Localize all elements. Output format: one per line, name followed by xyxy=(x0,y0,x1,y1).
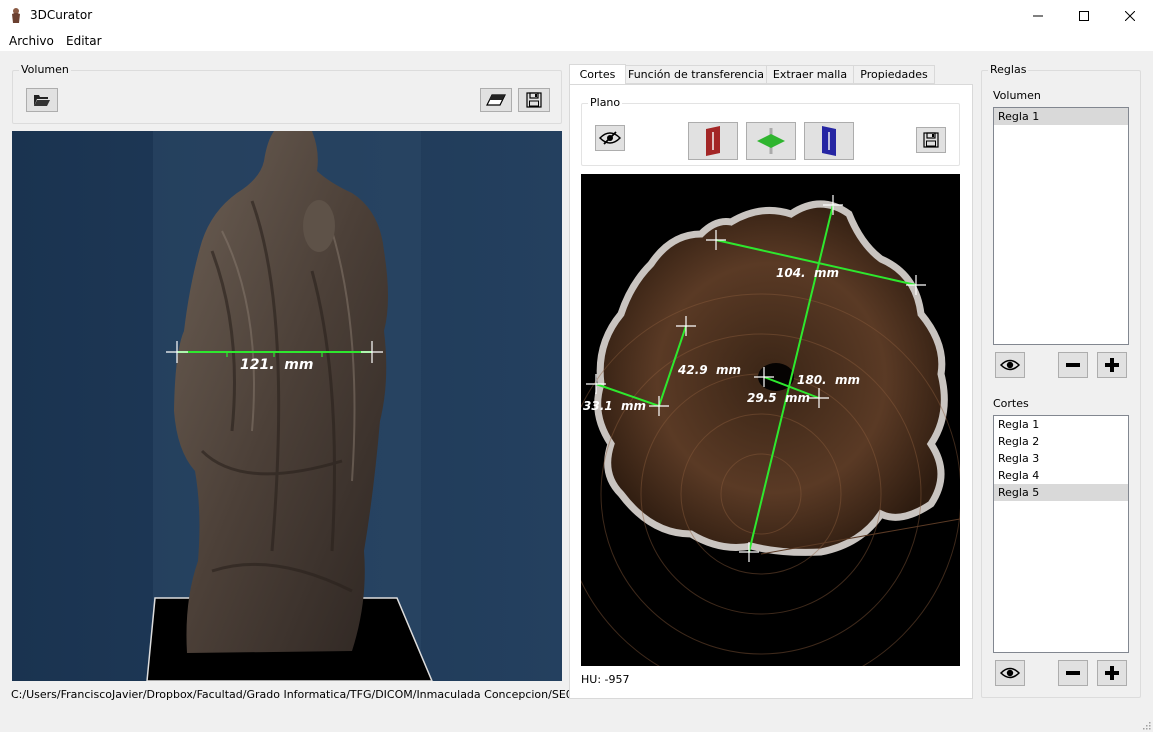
coronal-plane-icon xyxy=(822,126,836,156)
eye-icon xyxy=(1000,667,1020,679)
volume-rulers-list[interactable]: Regla 1 xyxy=(993,107,1129,345)
axial-plane-button[interactable] xyxy=(746,122,796,160)
plus-icon xyxy=(1105,666,1119,680)
minimize-button[interactable] xyxy=(1015,0,1061,31)
list-item[interactable]: Regla 5 xyxy=(994,484,1128,501)
axial-plane-icon xyxy=(757,128,785,154)
maximize-icon xyxy=(1079,10,1089,21)
remove-slice-ruler-button[interactable] xyxy=(1058,660,1088,686)
app-logo-icon xyxy=(12,8,20,23)
plane-group-title: Plano xyxy=(588,96,623,109)
coronal-plane-button[interactable] xyxy=(804,122,854,160)
volume-measurement-label: 121. mm xyxy=(240,357,314,373)
volume-rulers-label: Volumen xyxy=(993,89,1041,102)
slice-measurement-29-5: 29.5 mm xyxy=(747,391,810,405)
eye-icon xyxy=(1000,359,1020,371)
minus-icon xyxy=(1066,363,1080,367)
wood-slice-render xyxy=(581,174,960,666)
minimize-icon xyxy=(1033,15,1043,16)
window-title: 3DCurator xyxy=(30,8,93,22)
rulers-group-title: Reglas xyxy=(988,63,1029,76)
volume-group-title: Volumen xyxy=(19,63,71,76)
sagittal-plane-button[interactable] xyxy=(688,122,738,160)
menu-archivo[interactable]: Archivo xyxy=(9,34,54,48)
slice-measurement-33-1: 33.1 mm xyxy=(583,399,646,413)
save-volume-button[interactable] xyxy=(518,88,550,112)
menu-editar[interactable]: Editar xyxy=(66,34,102,48)
erase-rulers-button[interactable] xyxy=(480,88,512,112)
toggle-plane-visibility-button[interactable] xyxy=(595,125,625,151)
tab-properties[interactable]: Propiedades xyxy=(853,65,935,84)
hu-readout: HU: -957 xyxy=(581,673,630,686)
dicom-path: C:/Users/FranciscoJavier/Dropbox/Faculta… xyxy=(11,688,608,701)
slice-measurement-42-9: 42.9 mm xyxy=(678,363,741,377)
add-slice-ruler-button[interactable] xyxy=(1097,660,1127,686)
plane-group: Plano xyxy=(581,96,960,166)
tab-cortes[interactable]: Cortes xyxy=(569,64,626,85)
volume-toolbar-group: Volumen xyxy=(12,63,562,124)
list-item[interactable]: Regla 1 xyxy=(994,416,1128,433)
list-item[interactable]: Regla 2 xyxy=(994,433,1128,450)
show-slice-ruler-button[interactable] xyxy=(995,660,1025,686)
open-folder-button[interactable] xyxy=(26,88,58,112)
minus-icon xyxy=(1066,671,1080,675)
sagittal-plane-icon xyxy=(706,126,720,156)
eye-hidden-icon xyxy=(599,131,621,145)
remove-volume-ruler-button[interactable] xyxy=(1058,352,1088,378)
slice-rulers-label: Cortes xyxy=(993,397,1029,410)
title-bar: 3DCurator xyxy=(0,0,1153,31)
list-item[interactable]: Regla 3 xyxy=(994,450,1128,467)
slice-measurement-104: 104. mm xyxy=(776,266,839,280)
close-button[interactable] xyxy=(1107,0,1153,31)
save-icon xyxy=(923,132,939,148)
slice-rulers-list[interactable]: Regla 1 Regla 2 Regla 3 Regla 4 Regla 5 xyxy=(993,415,1129,653)
close-icon xyxy=(1125,10,1135,21)
volume-3d-viewport[interactable]: 121. mm xyxy=(12,131,562,681)
show-volume-ruler-button[interactable] xyxy=(995,352,1025,378)
menu-bar: Archivo Editar xyxy=(0,31,1153,51)
tab-transfer-function[interactable]: Función de transferencia xyxy=(625,65,767,84)
tab-extract-mesh[interactable]: Extraer malla xyxy=(766,65,854,84)
eraser-icon xyxy=(486,94,506,106)
list-item[interactable]: Regla 4 xyxy=(994,467,1128,484)
list-item[interactable]: Regla 1 xyxy=(994,108,1128,125)
save-icon xyxy=(526,92,542,108)
add-volume-ruler-button[interactable] xyxy=(1097,352,1127,378)
folder-open-icon xyxy=(34,95,50,106)
plus-icon xyxy=(1105,358,1119,372)
resize-grip-icon[interactable] xyxy=(1141,720,1151,730)
slice-measurement-180: 180. mm xyxy=(797,373,860,387)
statue-render xyxy=(12,131,562,681)
save-slice-button[interactable] xyxy=(916,127,946,153)
slice-2d-viewport[interactable]: 104. mm 42.9 mm 180. mm 29.5 mm 33.1 mm xyxy=(581,174,960,666)
maximize-button[interactable] xyxy=(1061,0,1107,31)
